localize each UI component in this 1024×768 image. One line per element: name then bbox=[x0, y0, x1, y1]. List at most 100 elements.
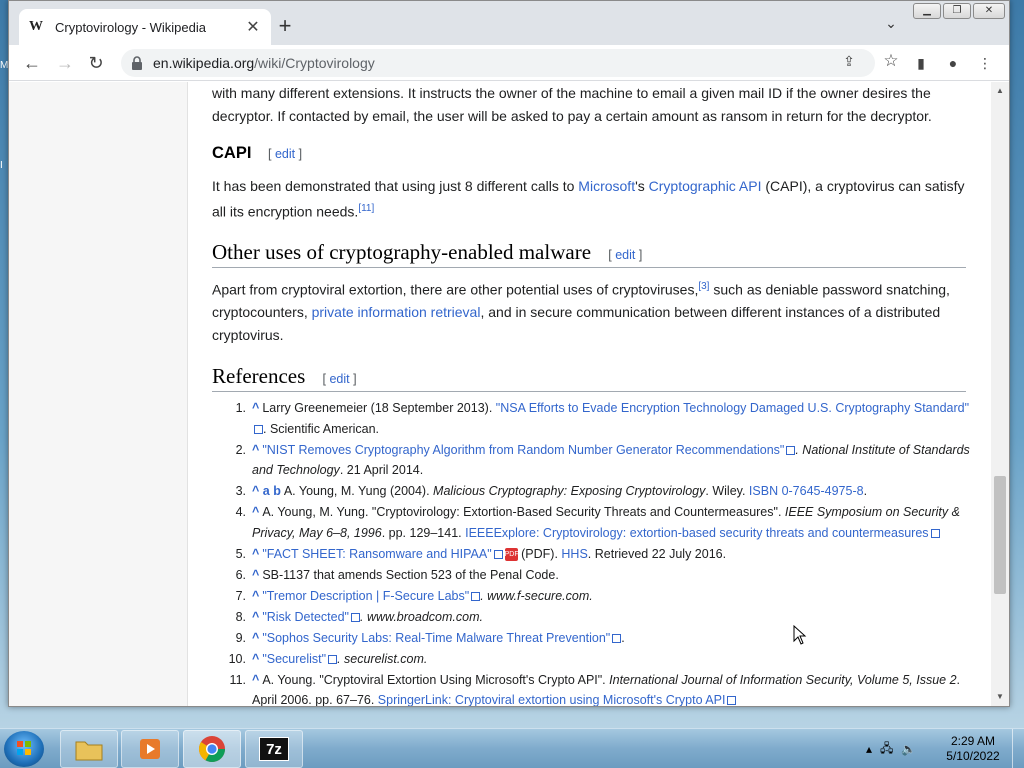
tab-cryptovirology[interactable]: W Cryptovirology - Wikipedia ✕ bbox=[19, 9, 271, 45]
new-tab-button[interactable]: + bbox=[272, 13, 298, 39]
reference-backlink[interactable]: ^ bbox=[252, 589, 259, 603]
reference-text: . 21 April 2014. bbox=[339, 463, 424, 477]
other-uses-heading-text: Other uses of cryptography-enabled malwa… bbox=[212, 240, 592, 264]
other-uses-text: Apart from cryptoviral extortion, there … bbox=[212, 281, 699, 298]
taskbar-media-player[interactable] bbox=[121, 730, 179, 768]
reference-backlink[interactable]: ^ bbox=[252, 610, 259, 624]
reference-backlink[interactable]: ^ bbox=[252, 631, 259, 645]
show-hidden-icons-icon[interactable]: ▴ bbox=[866, 742, 872, 756]
other-uses-edit-link[interactable]: edit bbox=[615, 248, 635, 262]
reference-number: 2. bbox=[235, 442, 246, 457]
chrome-icon bbox=[198, 736, 226, 763]
tab-search-chevron-icon[interactable]: ⌄ bbox=[880, 15, 902, 37]
share-icon[interactable]: ⇪ bbox=[839, 53, 859, 73]
paragraph-line: with many different extensions. It instr… bbox=[212, 85, 931, 101]
reference-link[interactable]: "Sophos Security Labs: Real-Time Malware… bbox=[262, 631, 610, 645]
capi-text: (CAPI), a cryptovirus can satisfy bbox=[761, 178, 965, 194]
taskbar-file-explorer[interactable] bbox=[60, 730, 118, 768]
network-icon[interactable]: 🖧 bbox=[880, 739, 893, 760]
scroll-down-arrow-icon[interactable]: ▼ bbox=[995, 692, 1005, 702]
capi-edit-link[interactable]: edit bbox=[275, 147, 295, 161]
capi-heading-text: CAPI bbox=[212, 144, 252, 162]
address-bar[interactable]: en.wikipedia.org/wiki/Cryptovirology ⇪ ☆ bbox=[121, 49, 899, 77]
other-uses-text: cryptovirus. bbox=[212, 326, 284, 343]
desktop-icon-fragment[interactable]: M bbox=[0, 60, 8, 72]
external-link-icon bbox=[727, 696, 737, 705]
profile-avatar-icon[interactable]: ● bbox=[941, 51, 965, 75]
tab-strip: W Cryptovirology - Wikipedia ✕ + ⌄ ▁ ❐ ✕ bbox=[9, 1, 1009, 45]
ransomware-paragraph: with many different extensions. It instr… bbox=[212, 82, 972, 127]
menu-kebab-icon[interactable]: ⋮ bbox=[973, 51, 997, 75]
reference-link[interactable]: HHS bbox=[561, 547, 587, 561]
reference-body: ^ A. Young. "Cryptoviral Extortion Using … bbox=[252, 670, 972, 707]
reference-backlink[interactable]: ^ bbox=[252, 401, 259, 415]
tab-close-icon[interactable]: ✕ bbox=[245, 17, 261, 37]
side-panel-icon[interactable]: ▮ bbox=[909, 51, 933, 75]
reference-text: SB-1137 that amends Section 523 of the P… bbox=[262, 567, 559, 582]
reference-backlink[interactable]: ^ a b bbox=[252, 484, 281, 498]
reference-item: 3. ^ a b A. Young, M. Yung (2004). Malicio… bbox=[212, 481, 972, 502]
close-window-button[interactable]: ✕ bbox=[973, 3, 1005, 19]
start-button[interactable] bbox=[4, 731, 44, 767]
mouse-pointer-icon bbox=[793, 625, 807, 645]
browser-toolbar: ← → ↻ en.wikipedia.org/wiki/Cryptovirolo… bbox=[9, 45, 1009, 81]
external-link-icon bbox=[328, 654, 338, 664]
vertical-scrollbar[interactable]: ▲ ▼ bbox=[991, 82, 1009, 706]
maximize-button[interactable]: ❐ bbox=[943, 3, 971, 19]
reference-link[interactable]: IEEEExplore: Cryptovirology: extortion-b… bbox=[465, 526, 928, 540]
reference-backlink[interactable]: ^ bbox=[252, 652, 259, 666]
reference-backlink[interactable]: ^ bbox=[252, 568, 259, 582]
private-information-retrieval-link[interactable]: private information retrieval bbox=[312, 304, 481, 320]
capi-paragraph: It has been demonstrated that using just… bbox=[212, 175, 972, 223]
microsoft-link[interactable]: Microsoft bbox=[578, 178, 635, 194]
minimize-button[interactable]: ▁ bbox=[913, 3, 941, 19]
reference-number: 9. bbox=[235, 630, 246, 645]
url-domain: en.wikipedia.org bbox=[153, 55, 255, 71]
citation-3-link[interactable]: [3] bbox=[698, 281, 709, 292]
reference-text: (PDF). bbox=[517, 546, 562, 561]
reload-icon[interactable]: ↻ bbox=[83, 50, 109, 76]
reference-link[interactable]: SpringerLink: Cryptoviral extortion usin… bbox=[378, 693, 726, 706]
desktop-icon-fragment[interactable]: I bbox=[0, 160, 6, 172]
references-edit-link[interactable]: edit bbox=[329, 372, 349, 386]
other-uses-heading: Other uses of cryptography-enabled malwa… bbox=[212, 240, 966, 268]
citation-11-link[interactable]: [11] bbox=[358, 203, 374, 214]
scroll-thumb[interactable] bbox=[994, 476, 1006, 594]
reference-link[interactable]: "NSA Efforts to Evade Encryption Technol… bbox=[496, 401, 969, 415]
reference-link[interactable]: ISBN 0-7645-4975-8 bbox=[749, 484, 864, 498]
reference-body: ^ Larry Greenemeier (18 September 2013). … bbox=[252, 398, 972, 439]
reference-backlink[interactable]: ^ bbox=[252, 443, 259, 457]
forward-arrow-icon[interactable]: → bbox=[52, 50, 78, 76]
taskbar-chrome[interactable] bbox=[183, 730, 241, 768]
scroll-up-arrow-icon[interactable]: ▲ bbox=[995, 86, 1005, 96]
reference-item: 6. ^ SB-1137 that amends Section 523 of th… bbox=[212, 565, 972, 586]
windows-logo-icon bbox=[17, 741, 31, 755]
reference-item: 5. ^ "FACT SHEET: Ransomware and HIPAA" PDF… bbox=[212, 544, 972, 565]
cryptographic-api-link[interactable]: Cryptographic API bbox=[649, 178, 762, 194]
clock[interactable]: 2:29 AM 5/10/2022 bbox=[938, 734, 1008, 764]
references-list: 1. ^ Larry Greenemeier (18 September 2013)… bbox=[212, 398, 972, 706]
reference-backlink[interactable]: ^ bbox=[252, 505, 259, 519]
reference-link[interactable]: "Risk Detected" bbox=[262, 610, 349, 624]
volume-icon[interactable]: 🔈 bbox=[901, 742, 916, 756]
reference-text: A. Young, M. Yung. "Cryptovirology: Exto… bbox=[262, 505, 785, 519]
reference-backlink[interactable]: ^ bbox=[252, 673, 259, 687]
taskbar-7zip[interactable]: 7z bbox=[245, 730, 303, 768]
back-arrow-icon[interactable]: ← bbox=[19, 50, 45, 76]
reference-text: . Retrieved 22 July 2016. bbox=[587, 546, 727, 561]
reference-link[interactable]: "Tremor Description | F-Secure Labs" bbox=[262, 589, 469, 603]
external-link-icon bbox=[786, 445, 796, 455]
show-desktop-button[interactable] bbox=[1012, 729, 1024, 768]
clock-time: 2:29 AM bbox=[950, 734, 996, 748]
capi-edit-section: [ edit ] bbox=[268, 147, 303, 161]
chrome-window: W Cryptovirology - Wikipedia ✕ + ⌄ ▁ ❐ ✕… bbox=[8, 0, 1010, 707]
references-edit-section: [ edit ] bbox=[322, 372, 357, 386]
capi-text: 's bbox=[635, 178, 649, 194]
reference-link[interactable]: "NIST Removes Cryptography Algorithm fro… bbox=[262, 443, 784, 457]
reference-backlink[interactable]: ^ bbox=[252, 547, 259, 561]
bookmark-star-icon[interactable]: ☆ bbox=[881, 51, 901, 73]
reference-link[interactable]: "FACT SHEET: Ransomware and HIPAA" bbox=[262, 547, 491, 561]
reference-link[interactable]: "Securelist" bbox=[262, 652, 326, 666]
reference-number: 1. bbox=[235, 401, 246, 415]
other-uses-text: cryptocounters, bbox=[212, 304, 312, 321]
